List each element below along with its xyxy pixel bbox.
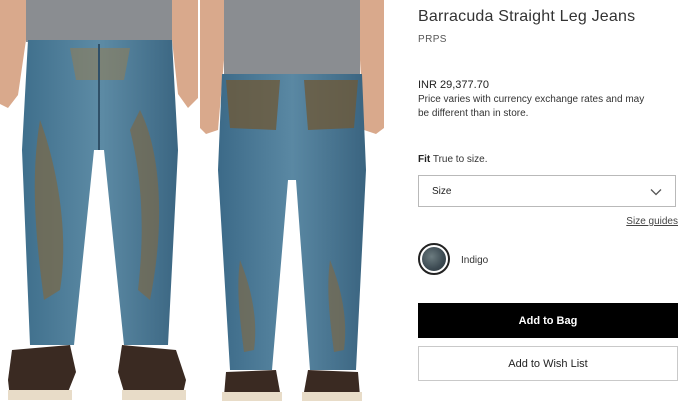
chevron-down-icon xyxy=(649,185,663,204)
size-dropdown-label: Size xyxy=(432,186,452,197)
add-to-wishlist-button[interactable]: Add to Wish List xyxy=(418,346,678,381)
product-brand[interactable]: PRPS xyxy=(418,34,447,45)
size-dropdown[interactable]: Size xyxy=(418,175,676,207)
fit-value: True to size. xyxy=(432,154,488,165)
swatch-fill xyxy=(422,247,446,271)
price-note: Price varies with currency exchange rate… xyxy=(418,94,645,119)
product-image-front[interactable] xyxy=(0,0,198,415)
fit-label: Fit xyxy=(418,154,431,165)
add-to-bag-button[interactable]: Add to Bag xyxy=(418,303,678,338)
product-details-panel: Barracuda Straight Leg Jeans PRPS INR 29… xyxy=(418,0,680,415)
product-price: INR 29,377.70 xyxy=(418,79,489,91)
product-title: Barracuda Straight Leg Jeans xyxy=(418,8,636,25)
size-guides-link[interactable]: Size guides xyxy=(626,216,678,227)
jeans-back-photo xyxy=(200,0,404,415)
product-image-back[interactable] xyxy=(200,0,404,415)
fit-info: Fit True to size. xyxy=(418,154,487,165)
color-swatch-indigo[interactable] xyxy=(418,243,450,275)
color-name: Indigo xyxy=(461,255,489,266)
jeans-front-photo xyxy=(0,0,198,415)
